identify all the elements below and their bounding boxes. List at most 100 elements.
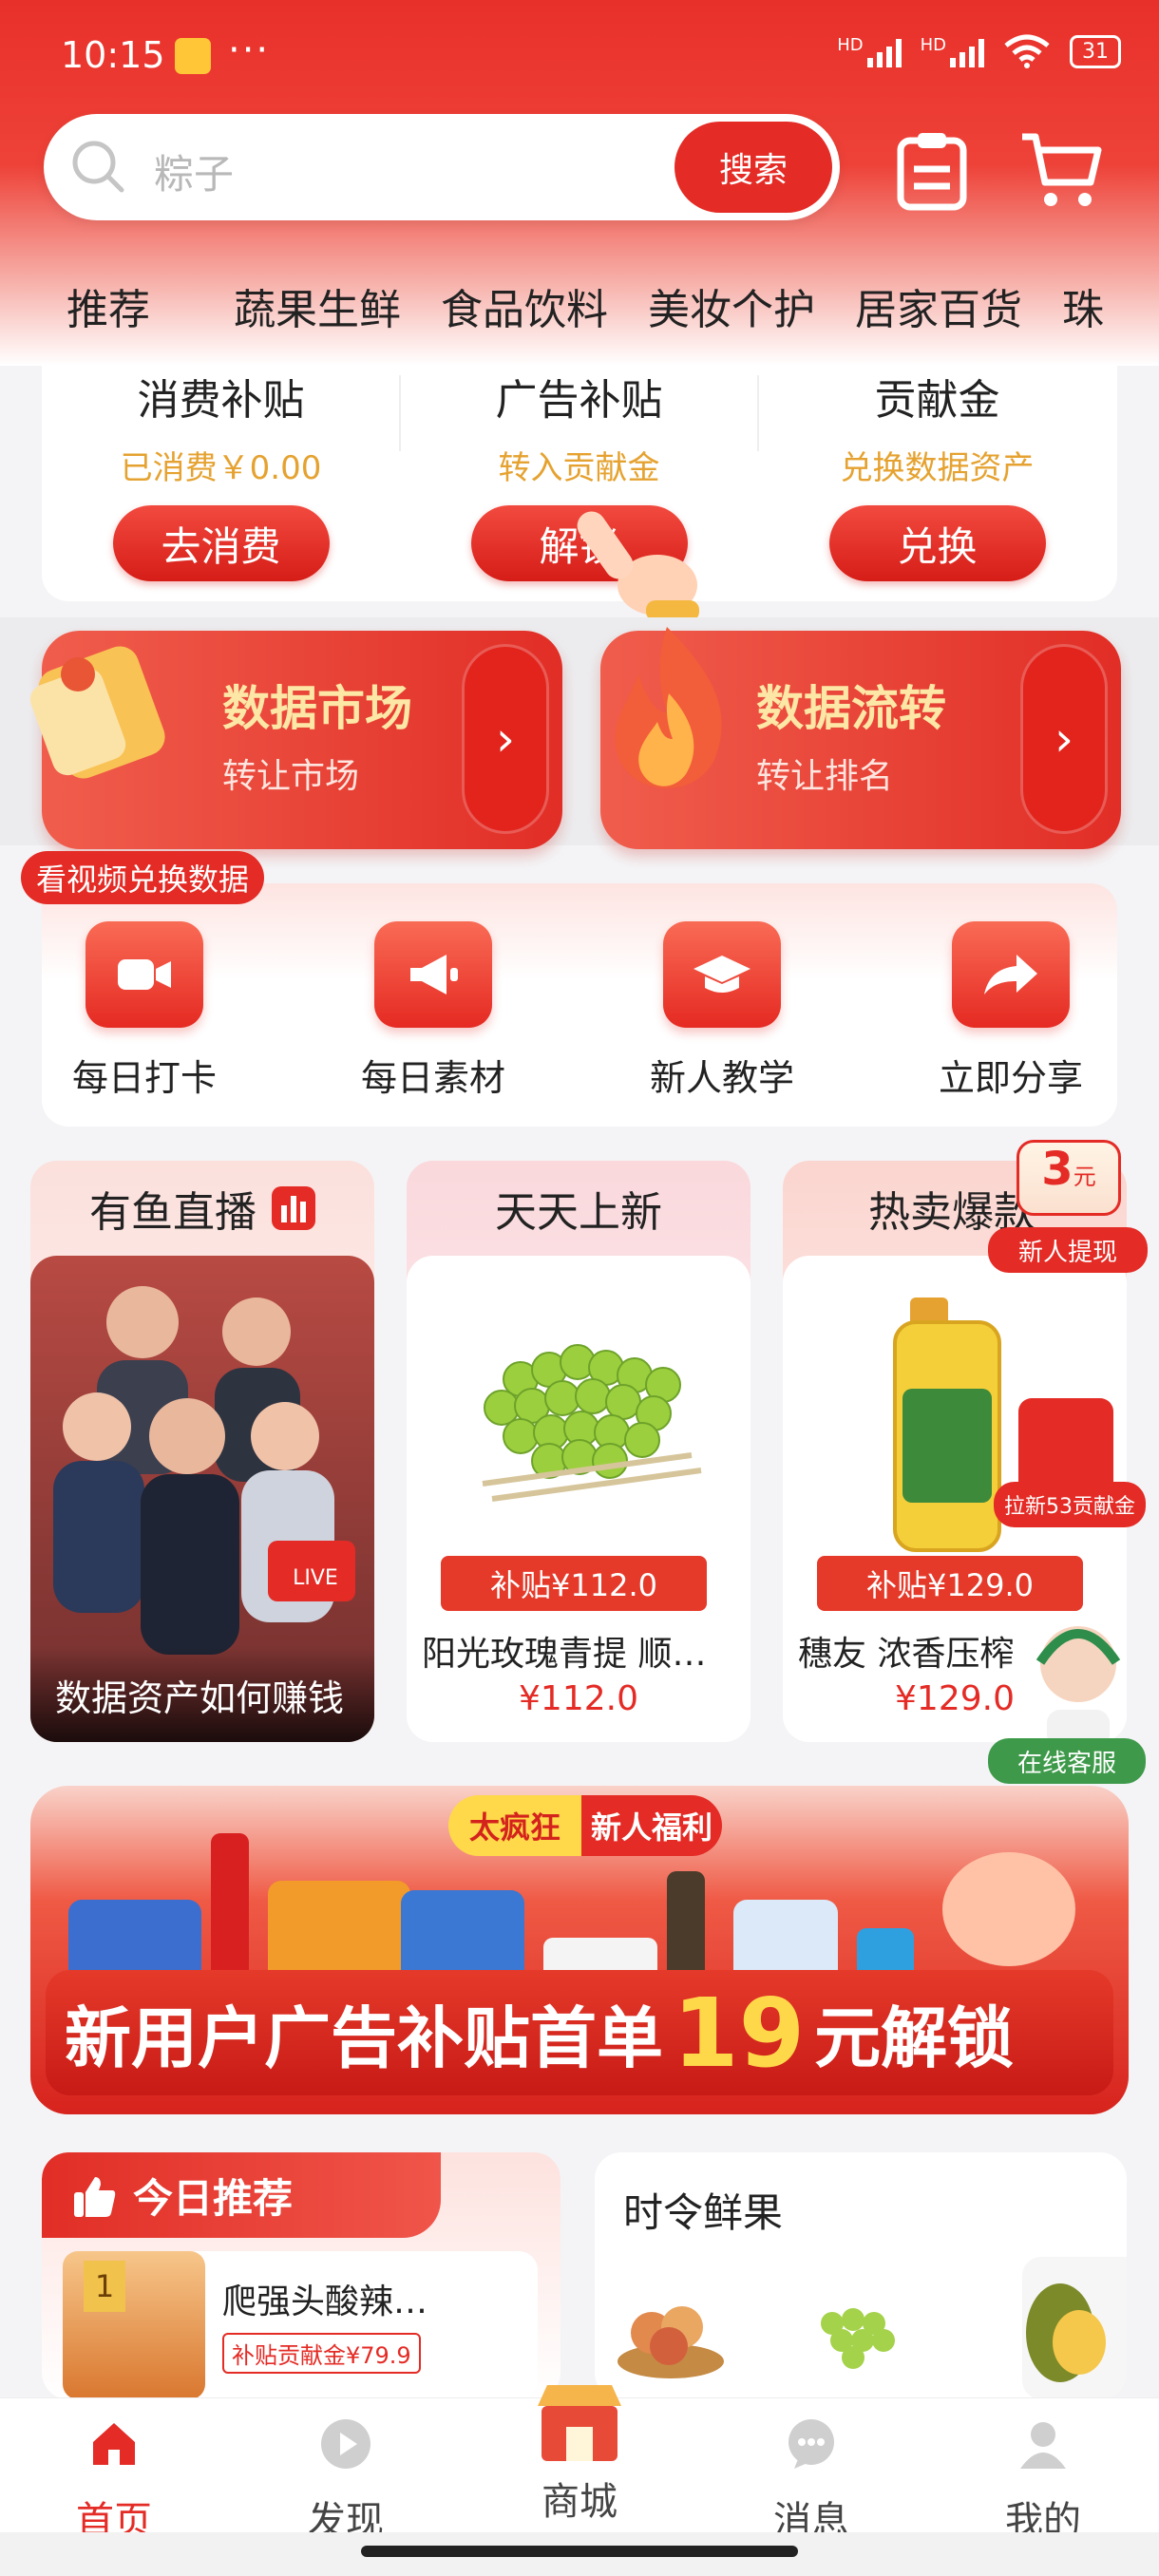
tab-recommend[interactable]: 推荐 (66, 275, 150, 357)
consume-button[interactable]: 去消费 (112, 505, 330, 581)
battery-indicator: 31 (1070, 34, 1121, 68)
live-badge: LIVE (283, 1562, 348, 1594)
home-indicator[interactable] (361, 2546, 798, 2557)
quick-label: 新人教学 (649, 1057, 794, 1099)
live-chart-icon (272, 1186, 315, 1230)
rank-badge: 1 (84, 2261, 125, 2312)
fruit-title: 时令鲜果 (623, 2189, 784, 2236)
chat-bubble-icon (788, 2419, 834, 2469)
status-bar: 10:15 ··· HD HD 31 (61, 28, 1121, 85)
store-icon (538, 2385, 621, 2461)
tab-more[interactable]: 珠 (1062, 275, 1104, 357)
signal-icon: HD (837, 35, 902, 67)
product-price: ¥112.0 (519, 1679, 638, 1718)
chevron-right-icon[interactable]: › (462, 644, 549, 834)
subsidy-sub: 转入贡献金 (498, 449, 660, 487)
seasonal-fruit-card[interactable]: 时令鲜果 (595, 2152, 1127, 2399)
app-notification-icon (175, 38, 211, 74)
nav-home[interactable]: 首页 (28, 2408, 200, 2545)
consume-subsidy: 消费补贴 已消费￥0.00 去消费 (42, 366, 400, 601)
wifi-icon (1004, 34, 1050, 68)
quick-daily-checkin[interactable]: 每日打卡 (49, 921, 239, 1101)
nav-messages[interactable]: 消息 (726, 2408, 897, 2545)
category-tabs: 推荐 蔬果生鲜 食品饮料 美妆个护 居家百货 珠 (0, 275, 1159, 357)
today-recommend-card[interactable]: 今日推荐 1 爬强头酸辣… 补贴贡献金¥79.9 (42, 2152, 560, 2399)
new-user-promo-banner[interactable]: 太疯狂 新人福利 新用户广告补贴首单 19 元解锁 (30, 1786, 1129, 2114)
subsidy-title: 广告补贴 (495, 376, 663, 425)
contribution-fund: 贡献金 兑换数据资产 兑换 (758, 366, 1116, 601)
invite-badge[interactable]: 拉新53贡献金 (994, 1482, 1146, 1527)
scroll-icon (29, 646, 165, 779)
video-exchange-tag[interactable]: 看视频兑换数据 (21, 851, 265, 904)
live-caption: 数据资产如何赚钱 (30, 1647, 374, 1742)
live-hosts-image[interactable]: LIVE 数据资产如何赚钱 (30, 1256, 374, 1742)
more-notifications-icon: ··· (228, 28, 271, 72)
new-arrivals-panel[interactable]: 天天上新 补贴¥112.0 阳光玫瑰青提 顺… ¥112.0 (407, 1161, 750, 1742)
cash-widget[interactable]: 3元 (1016, 1140, 1121, 1216)
grape-image (482, 1344, 702, 1502)
thumbs-up-icon (74, 2177, 116, 2217)
cash-amount: 3 (1041, 1143, 1074, 1196)
subsidy-tag: 补贴¥112.0 (441, 1556, 707, 1611)
product-name: 爬强头酸辣… (222, 2282, 428, 2321)
panel-title: 天天上新 (495, 1188, 662, 1237)
flame-icon (615, 627, 722, 788)
quick-newbie-tutorial[interactable]: 新人教学 (627, 921, 817, 1101)
pointing-hand-icon (577, 511, 699, 621)
product-card[interactable]: 补贴¥112.0 阳光玫瑰青提 顺… ¥112.0 (407, 1256, 750, 1742)
promo-number: 19 (673, 1977, 806, 2089)
quick-label: 每日打卡 (71, 1057, 217, 1099)
megaphone-icon (374, 921, 492, 1028)
nav-mall[interactable]: 商城 (494, 2377, 665, 2526)
customer-service-avatar-icon[interactable] (1026, 1615, 1130, 1748)
today-item[interactable]: 1 爬强头酸辣… 补贴贡献金¥79.9 (63, 2251, 538, 2399)
live-panel[interactable]: 有鱼直播 LIVE 数据资产如何赚钱 (30, 1161, 374, 1742)
exchange-button[interactable]: 兑换 (828, 505, 1046, 581)
play-icon (321, 2419, 370, 2469)
clipboard-icon[interactable] (889, 127, 975, 213)
status-time: 10:15 (61, 34, 165, 76)
subsidy-sub: 兑换数据资产 (840, 449, 1035, 487)
service-badge[interactable]: 在线客服 (988, 1738, 1146, 1784)
promo-text-after: 元解锁 (814, 1998, 1015, 2077)
search-input[interactable]: 粽子 (154, 142, 234, 200)
quick-daily-material[interactable]: 每日素材 (338, 921, 528, 1101)
cash-unit: 元 (1073, 1164, 1096, 1190)
tab-home[interactable]: 居家百货 (855, 275, 1022, 357)
search-bar[interactable]: 粽子 搜索 (44, 114, 840, 220)
today-header: 今日推荐 (42, 2152, 441, 2238)
status-right: HD HD 31 (837, 34, 1121, 68)
share-arrow-icon (952, 921, 1070, 1028)
search-button[interactable]: 搜索 (674, 122, 832, 213)
quick-label: 立即分享 (938, 1057, 1083, 1099)
nav-profile[interactable]: 我的 (958, 2408, 1129, 2545)
nav-label: 商城 (542, 2480, 618, 2524)
subsidy-tag: 补贴贡献金¥79.9 (222, 2333, 421, 2374)
tab-fresh[interactable]: 蔬果生鲜 (234, 275, 401, 357)
subsidy-tag: 补贴¥129.0 (817, 1556, 1083, 1611)
camera-icon (86, 921, 203, 1028)
promo-text: 新用户广告补贴首单 19 元解锁 (46, 1970, 1113, 2095)
graduation-cap-icon (663, 921, 781, 1028)
subsidy-sub: 已消费￥0.00 (120, 449, 322, 487)
panel-title: 有鱼直播 (89, 1188, 256, 1237)
chevron-right-icon[interactable]: › (1020, 644, 1108, 834)
panel-header: 有鱼直播 (30, 1161, 374, 1256)
fruit-images (618, 2257, 1127, 2399)
card-subtitle: 转让排名 (756, 757, 894, 796)
search-icon (72, 141, 124, 193)
product-name: 阳光玫瑰青提 顺… (422, 1635, 707, 1674)
card-title: 数据流转 (756, 681, 946, 736)
quick-share-now[interactable]: 立即分享 (916, 921, 1106, 1101)
user-icon (1020, 2422, 1066, 2469)
quick-label: 每日素材 (360, 1057, 505, 1099)
withdraw-badge[interactable]: 新人提现 (988, 1227, 1148, 1273)
promo-text-before: 新用户广告补贴首单 (65, 1998, 663, 2077)
nav-discover[interactable]: 发现 (260, 2408, 431, 2545)
today-title: 今日推荐 (133, 2174, 294, 2222)
home-icon (93, 2423, 135, 2465)
cart-icon[interactable] (1018, 127, 1104, 213)
tab-beauty[interactable]: 美妆个护 (648, 275, 815, 357)
tab-food[interactable]: 食品饮料 (441, 275, 608, 357)
card-title: 数据市场 (222, 681, 412, 736)
